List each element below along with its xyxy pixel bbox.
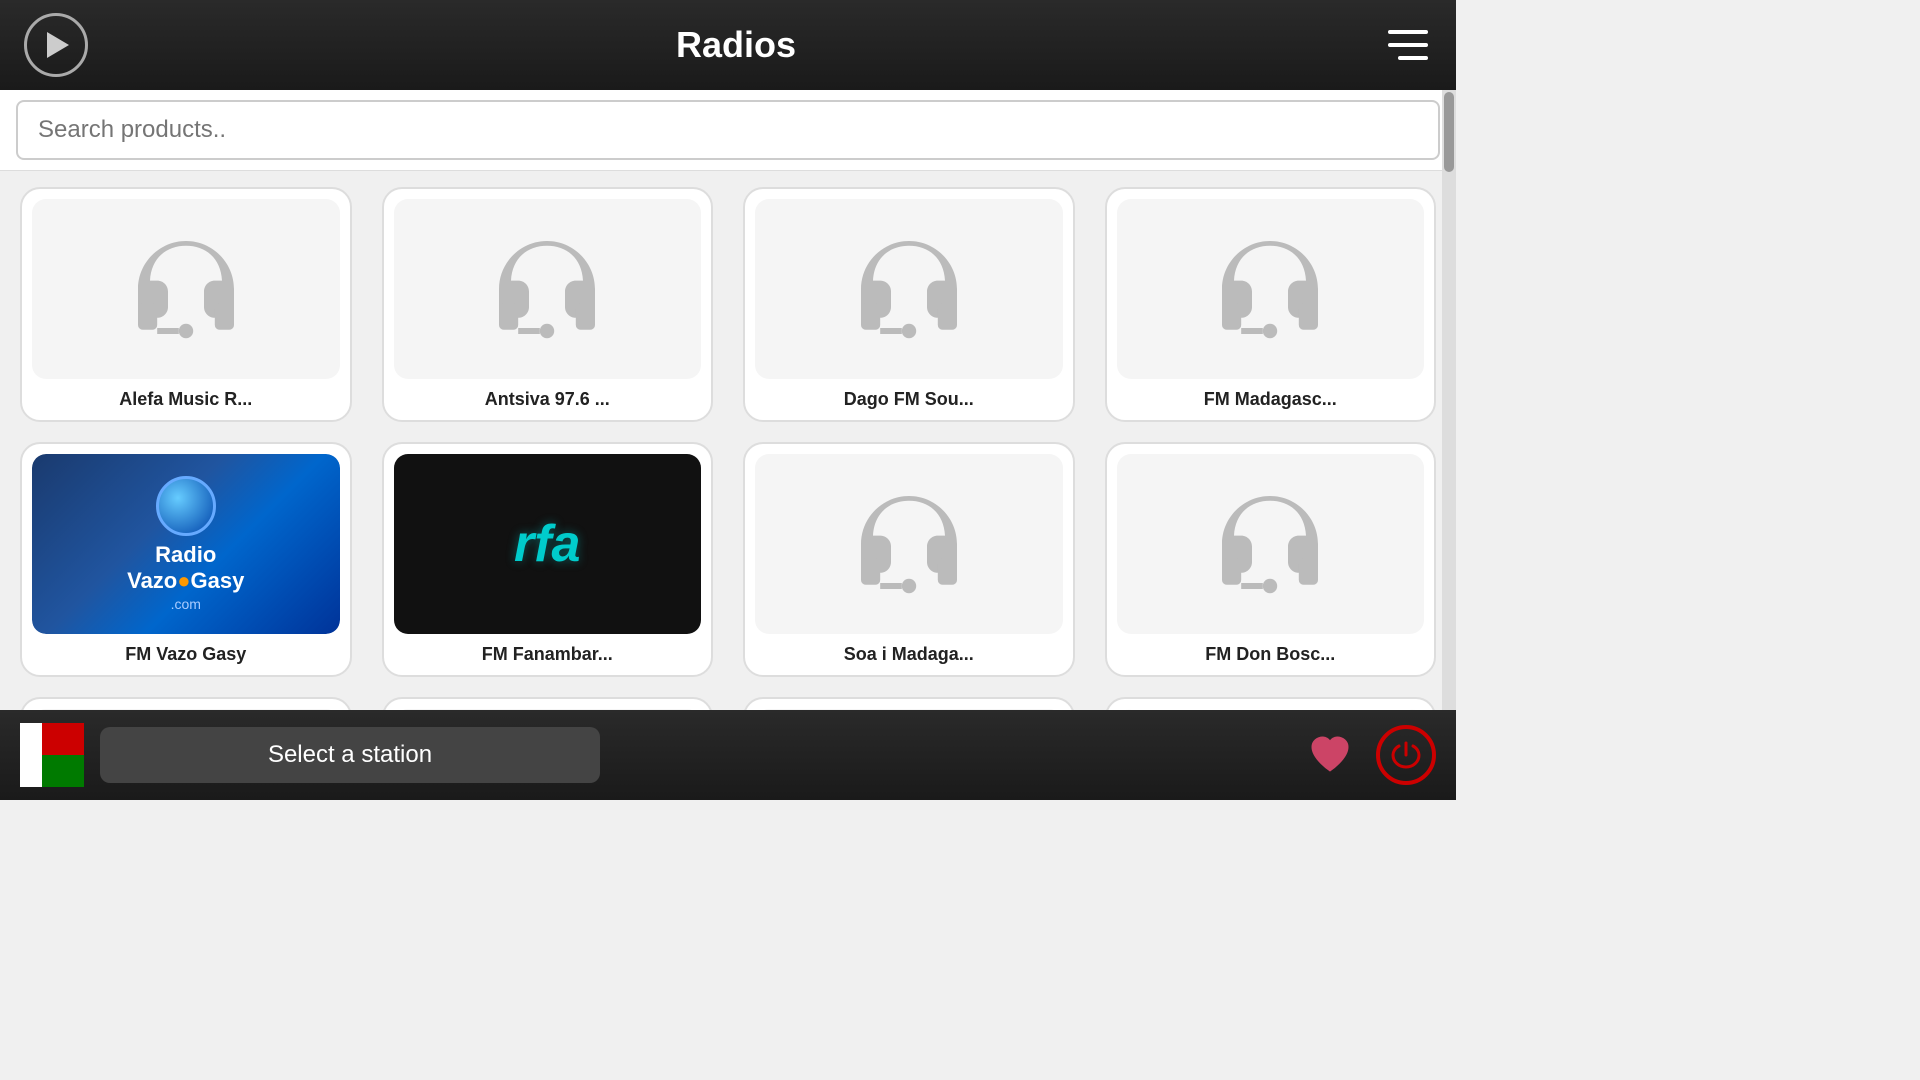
vazo-globe xyxy=(156,476,216,536)
search-container xyxy=(0,90,1456,171)
menu-button[interactable] xyxy=(1384,21,1432,69)
station-card-7[interactable]: Soa i Madaga... xyxy=(743,442,1075,677)
app-header: Radios xyxy=(0,0,1456,90)
flag-green-strip xyxy=(42,755,84,787)
flag-madagascar xyxy=(20,723,84,787)
rfa-logo-text: rfa xyxy=(514,514,580,574)
station-name-2: Antsiva 97.6 ... xyxy=(485,389,610,410)
station-name-4: FM Madagasc... xyxy=(1204,389,1337,410)
station-image-5: RadioVazo●Gasy .com xyxy=(32,454,340,634)
station-image-7 xyxy=(755,454,1063,634)
station-card-2[interactable]: Antsiva 97.6 ... xyxy=(382,187,714,422)
station-image-8 xyxy=(1117,454,1425,634)
scrollbar-track[interactable] xyxy=(1442,90,1456,710)
page-title: Radios xyxy=(88,24,1384,66)
menu-line-1 xyxy=(1388,30,1428,34)
station-image-1 xyxy=(32,199,340,379)
station-image-4 xyxy=(1117,199,1425,379)
station-card-5[interactable]: RadioVazo●Gasy .com FM Vazo Gasy xyxy=(20,442,352,677)
station-name-8: FM Don Bosc... xyxy=(1205,644,1335,665)
station-image-2 xyxy=(394,199,702,379)
station-card-3[interactable]: Dago FM Sou... xyxy=(743,187,1075,422)
station-image-3 xyxy=(755,199,1063,379)
menu-line-3 xyxy=(1398,56,1428,60)
station-card-8[interactable]: FM Don Bosc... xyxy=(1105,442,1437,677)
station-image-6: rfa xyxy=(394,454,702,634)
station-grid: Alefa Music R... Antsiva 97.6 ... Dago F xyxy=(0,171,1456,721)
station-name-6: FM Fanambar... xyxy=(482,644,613,665)
flag-red-strip xyxy=(42,723,84,755)
station-card-6[interactable]: rfa FM Fanambar... xyxy=(382,442,714,677)
bottom-bar: Select a station xyxy=(0,710,1456,800)
menu-line-2 xyxy=(1388,43,1428,47)
station-name-1: Alefa Music R... xyxy=(119,389,252,410)
station-name-3: Dago FM Sou... xyxy=(844,389,974,410)
favorite-button[interactable] xyxy=(1300,725,1360,785)
station-name-5: FM Vazo Gasy xyxy=(125,644,246,665)
play-button[interactable] xyxy=(24,13,88,77)
station-card-1[interactable]: Alefa Music R... xyxy=(20,187,352,422)
search-input[interactable] xyxy=(16,100,1440,160)
scrollbar-thumb[interactable] xyxy=(1444,92,1454,172)
flag-white-strip xyxy=(20,723,42,787)
select-station-button[interactable]: Select a station xyxy=(100,727,600,783)
station-card-4[interactable]: FM Madagasc... xyxy=(1105,187,1437,422)
station-name-7: Soa i Madaga... xyxy=(844,644,974,665)
power-button[interactable] xyxy=(1376,725,1436,785)
